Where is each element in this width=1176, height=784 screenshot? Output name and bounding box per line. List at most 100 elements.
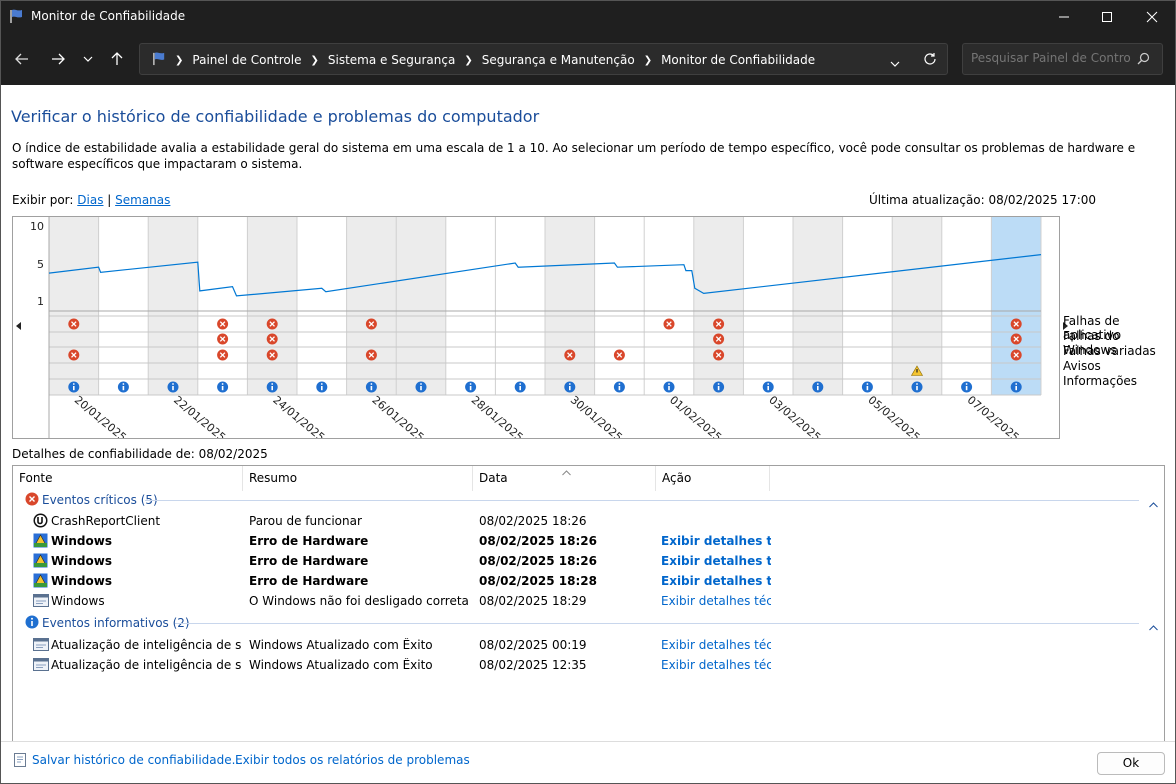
view-technical-details-link[interactable]: Exibir detalhes t...: [661, 554, 771, 568]
up-button[interactable]: [106, 48, 128, 70]
chart-column-bg: [396, 217, 446, 395]
table-row[interactable]: Atualização de inteligência de seg... Wi…: [13, 655, 1163, 675]
address-bar[interactable]: ❯ Painel de Controle ❯ Sistema e Seguran…: [139, 43, 948, 75]
collapse-critical-icon[interactable]: [1149, 497, 1158, 511]
row-source: Atualização de inteligência de seg...: [51, 638, 241, 652]
address-dropdown-icon[interactable]: [890, 56, 900, 70]
view-by-label: Exibir por:: [12, 193, 74, 207]
chart-column-bg: [545, 217, 595, 395]
search-icon[interactable]: [1137, 52, 1150, 68]
info-marker-dot: [717, 383, 720, 385]
group-critical-events[interactable]: Eventos críticos (5): [25, 490, 158, 510]
info-marker-stem: [172, 386, 174, 391]
table-row[interactable]: CrashReportClient Parou de funcionar 08/…: [13, 511, 1163, 531]
view-weeks-link[interactable]: Semanas: [115, 193, 170, 207]
info-marker-stem: [767, 386, 769, 391]
info-marker-stem: [221, 386, 224, 391]
info-marker-stem: [569, 386, 571, 391]
chart-column-bg: [49, 217, 99, 395]
main-content: Verificar o histórico de confiabilidade …: [1, 85, 1175, 783]
row-summary: Erro de Hardware: [249, 534, 369, 548]
info-marker-stem: [321, 386, 323, 391]
chart-column-bg: [644, 217, 694, 395]
view-days-link[interactable]: Dias: [77, 193, 103, 207]
row-label-warnings: Avisos: [1063, 359, 1101, 373]
table-row[interactable]: Windows Erro de Hardware 08/02/2025 18:2…: [13, 551, 1163, 571]
info-marker-dot: [172, 383, 174, 385]
search-box[interactable]: [962, 43, 1163, 75]
info-marker-stem: [717, 386, 720, 391]
x-date-label: 24/01/2025: [270, 393, 327, 438]
stability-chart[interactable]: 10 5 1 20/01/2025 22/01/2025 24/01/2025 26/01/…: [12, 216, 1060, 439]
info-marker-stem: [122, 386, 125, 391]
info-marker-dot: [816, 383, 819, 385]
group-critical-label: Eventos críticos (5): [42, 493, 158, 507]
breadcrumb-item[interactable]: Monitor de Confiabilidade: [661, 53, 815, 67]
row-source: Windows: [51, 554, 112, 568]
maximize-button[interactable]: [1084, 1, 1130, 33]
ok-button[interactable]: Ok: [1097, 752, 1165, 775]
close-button[interactable]: [1129, 1, 1175, 33]
view-technical-details-link[interactable]: Exibir detalhes t...: [661, 534, 771, 548]
column-header-action[interactable]: Ação: [656, 466, 770, 491]
column-header-source[interactable]: Fonte: [13, 466, 243, 491]
group-info-events[interactable]: Eventos informativos (2): [25, 613, 190, 633]
info-marker-stem: [73, 386, 75, 391]
breadcrumb-item[interactable]: Sistema e Segurança: [328, 53, 455, 67]
info-marker-stem: [965, 386, 968, 391]
events-table[interactable]: Fonte Resumo Data Ação Eventos críticos …: [12, 465, 1165, 742]
info-marker-stem: [817, 386, 819, 391]
x-date-label: 26/01/2025: [369, 393, 426, 438]
stability-chart-svg[interactable]: 10 5 1 20/01/2025 22/01/2025 24/01/2025 26/01/…: [13, 217, 1059, 438]
table-row[interactable]: Windows O Windows não foi desligado corr…: [13, 591, 1163, 611]
recent-locations-button[interactable]: [77, 48, 99, 70]
unreal-engine-icon: [33, 513, 48, 531]
x-date-label: 07/02/2025: [965, 393, 1022, 438]
refresh-icon[interactable]: [923, 52, 937, 69]
info-marker-stem: [1015, 386, 1017, 391]
view-by: Exibir por: Dias | Semanas: [12, 193, 171, 207]
table-row[interactable]: Windows Erro de Hardware 08/02/2025 18:2…: [13, 571, 1163, 591]
info-marker-stem: [271, 386, 273, 391]
details-label: Detalhes de confiabilidade de: 08/02/202…: [12, 447, 268, 461]
error-icon: [25, 492, 39, 509]
breadcrumb: ❯ Painel de Controle ❯ Sistema e Seguran…: [152, 51, 815, 69]
chart-column-bg: [98, 217, 149, 395]
info-marker-dot: [767, 383, 770, 385]
table-row[interactable]: Windows Erro de Hardware 08/02/2025 18:2…: [13, 531, 1163, 551]
info-marker-dot: [668, 383, 670, 385]
collapse-info-icon[interactable]: [1149, 620, 1158, 634]
info-marker-dot: [1015, 383, 1018, 385]
chart-column-bg: [197, 217, 248, 395]
chart-column-bg: [297, 217, 347, 395]
row-summary: O Windows não foi desligado corretam...: [249, 594, 469, 608]
save-history-link[interactable]: Salvar histórico de confiabilidade...: [32, 753, 243, 767]
breadcrumb-item[interactable]: Painel de Controle: [192, 53, 301, 67]
back-button[interactable]: [11, 48, 33, 70]
group-divider: [145, 500, 1139, 501]
table-row[interactable]: Atualização de inteligência de seg... Wi…: [13, 635, 1163, 655]
view-technical-details-link[interactable]: Exibir detalhes téc...: [661, 594, 771, 608]
minimize-button[interactable]: [1041, 1, 1087, 33]
view-technical-details-link[interactable]: Exibir detalhes téc...: [661, 658, 771, 672]
footer: Salvar histórico de confiabilidade... Ex…: [1, 741, 1175, 783]
info-marker-dot: [370, 383, 373, 385]
breadcrumb-item[interactable]: Segurança e Manutenção: [482, 53, 635, 67]
chevron-right-icon: ❯: [175, 54, 184, 66]
search-input[interactable]: [971, 51, 1131, 65]
title-bar[interactable]: Monitor de Confiabilidade: [1, 1, 1175, 33]
view-technical-details-link[interactable]: Exibir detalhes t...: [661, 574, 771, 588]
forward-button[interactable]: [47, 48, 69, 70]
location-flag-icon: [152, 51, 167, 69]
view-all-reports-link[interactable]: Exibir todos os relatórios de problemas: [235, 753, 470, 767]
row-date: 08/02/2025 18:26: [479, 554, 597, 568]
y-tick-label: 10: [30, 220, 44, 233]
chart-column-bg: [991, 217, 1041, 395]
scroll-left-icon[interactable]: [16, 319, 22, 333]
row-source: Windows: [51, 574, 112, 588]
column-header-summary[interactable]: Resumo: [243, 466, 473, 491]
view-technical-details-link[interactable]: Exibir detalhes téc...: [661, 638, 771, 652]
info-marker-dot: [965, 383, 968, 385]
row-label-info: Informações: [1063, 374, 1138, 388]
info-marker-dot: [122, 383, 125, 385]
